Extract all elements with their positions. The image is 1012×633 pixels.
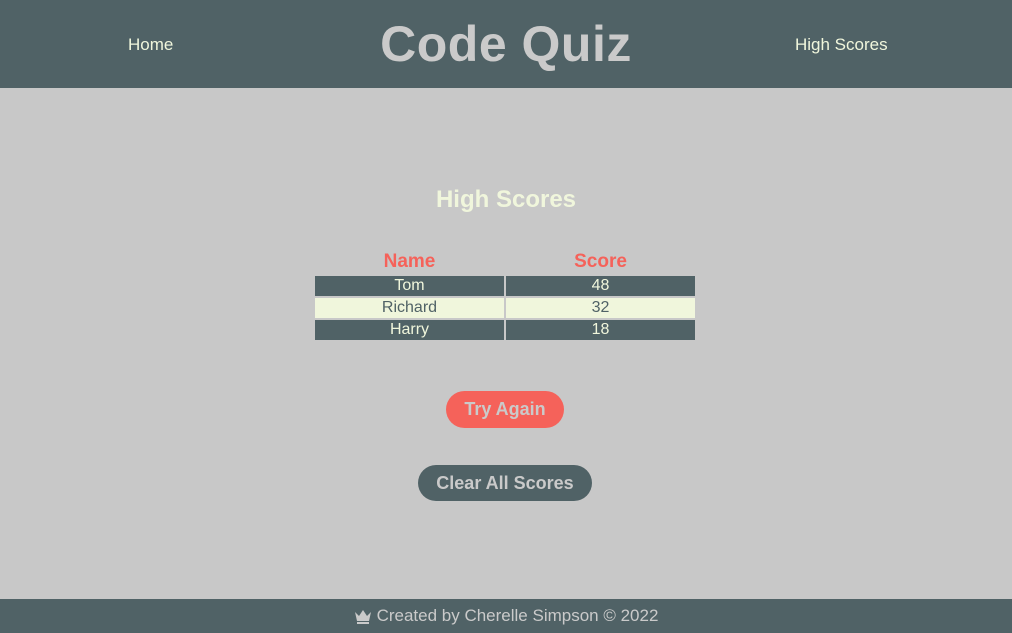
player-score-cell: 32 [506,298,695,318]
player-score-cell: 48 [506,276,695,296]
try-again-button[interactable]: Try Again [446,391,564,428]
site-footer: Created by Cherelle Simpson © 2022 [0,599,1012,633]
player-name-cell: Tom [315,276,504,296]
table-row: Harry 18 [315,320,695,340]
player-name-cell: Harry [315,320,504,340]
table-row: Richard 32 [315,298,695,318]
site-header: Home Code Quiz High Scores [0,0,1012,88]
player-score-cell: 18 [506,320,695,340]
table-header-row: Name Score [315,250,695,274]
column-header-score: Score [574,251,627,272]
nav-high-scores-link[interactable]: High Scores [795,35,888,55]
high-scores-table: Name Score Tom 48 Richard 32 Harry 18 [313,248,697,342]
crown-icon [354,608,372,624]
column-header-name: Name [383,251,436,272]
table-row: Tom 48 [315,276,695,296]
footer-credit: Created by Cherelle Simpson © 2022 [376,606,659,625]
player-name-cell: Richard [315,298,504,318]
clear-all-scores-button[interactable]: Clear All Scores [418,465,592,501]
page-heading: High Scores [435,186,577,213]
